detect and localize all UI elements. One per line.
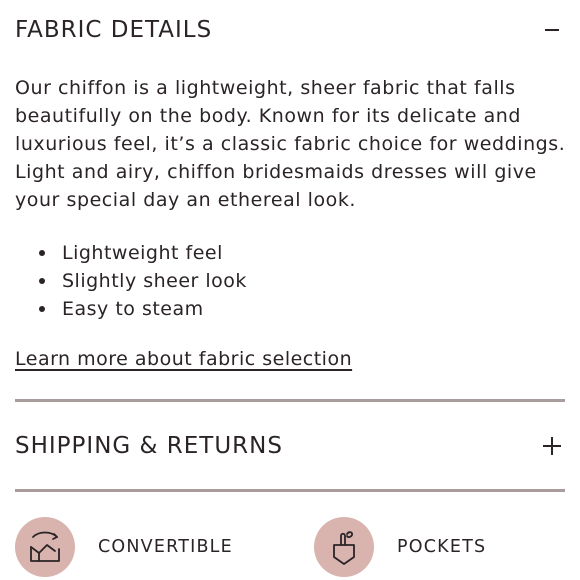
section-divider xyxy=(15,489,565,492)
bullet-text: Lightweight feel xyxy=(62,242,223,264)
bullet-icon xyxy=(39,306,45,312)
bullet-text: Slightly sheer look xyxy=(62,270,247,292)
shipping-returns-header[interactable]: SHIPPING & RETURNS xyxy=(15,428,565,464)
section-divider xyxy=(15,399,565,402)
fabric-description: Our chiffon is a lightweight, sheer fabr… xyxy=(15,77,566,211)
list-item: Easy to steam xyxy=(15,295,247,323)
shipping-returns-title: SHIPPING & RETURNS xyxy=(15,433,283,459)
bullet-icon xyxy=(39,250,45,256)
convertible-dress-icon xyxy=(15,517,75,577)
pocket-icon xyxy=(314,517,374,577)
plus-icon[interactable] xyxy=(541,435,563,457)
feature-label: CONVERTIBLE xyxy=(98,537,233,557)
learn-more-fabric-link[interactable]: Learn more about fabric selection xyxy=(15,348,352,370)
list-item: Slightly sheer look xyxy=(15,267,247,295)
feature-pockets: POCKETS xyxy=(314,517,486,577)
fabric-details-header[interactable]: FABRIC DETAILS xyxy=(15,12,565,48)
list-item: Lightweight feel xyxy=(15,239,247,267)
bullet-icon xyxy=(39,278,45,284)
feature-convertible: CONVERTIBLE xyxy=(15,517,233,577)
bullet-text: Easy to steam xyxy=(62,298,204,320)
fabric-features-list: Lightweight feel Slightly sheer look Eas… xyxy=(15,239,247,323)
fabric-details-title: FABRIC DETAILS xyxy=(15,17,213,43)
feature-label: POCKETS xyxy=(397,537,487,557)
minus-icon[interactable] xyxy=(541,19,563,41)
